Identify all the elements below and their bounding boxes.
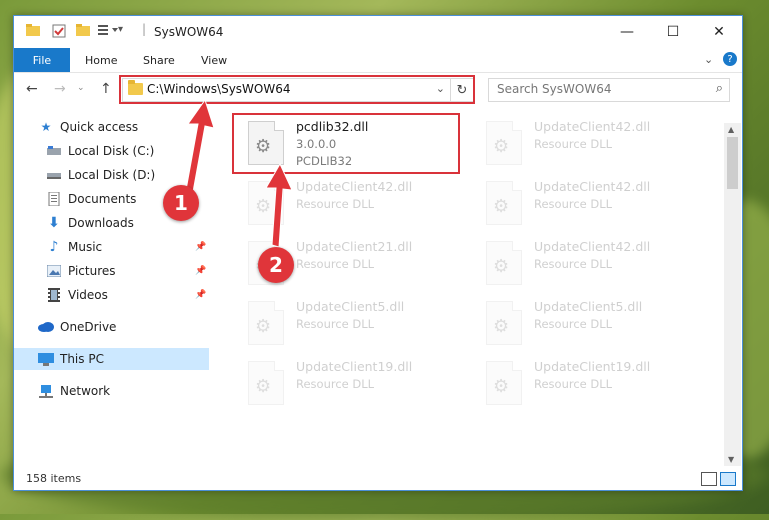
arrow-2: [265, 162, 293, 248]
arrow-1: [185, 98, 215, 193]
callout-1: 1: [163, 185, 199, 221]
annotation-arrows: [185, 98, 293, 248]
callout-2: 2: [258, 247, 294, 283]
